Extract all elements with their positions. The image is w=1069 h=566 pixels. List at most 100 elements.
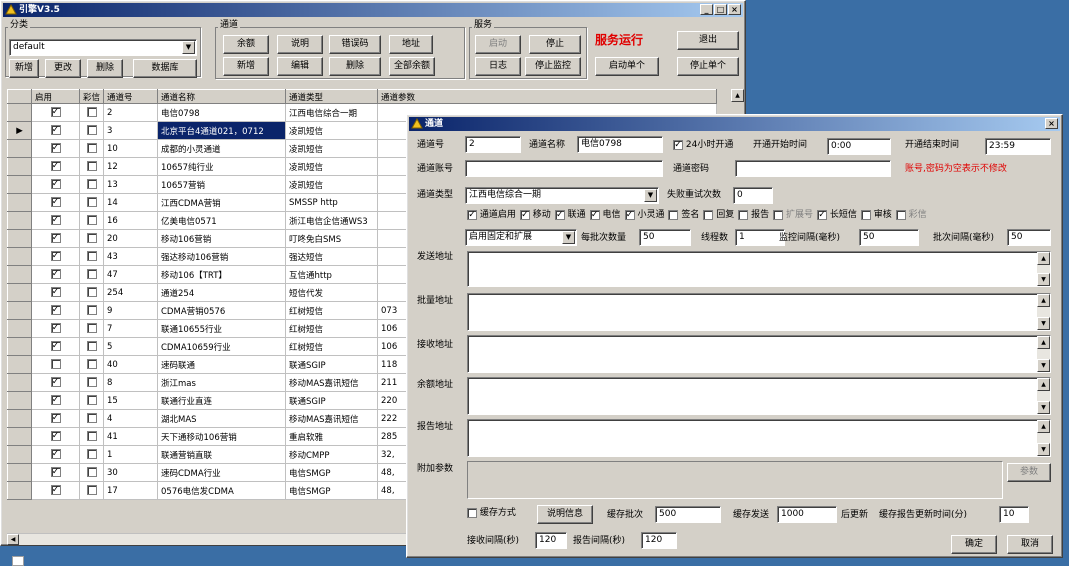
flag-checkbox[interactable]: 回复 (703, 209, 734, 220)
enabled-checkbox[interactable]: ✓ (50, 449, 61, 460)
channel-name-input[interactable]: 电信0798 (577, 136, 663, 153)
flag-checkbox[interactable]: ✓ 小灵通 (624, 209, 664, 220)
send-url-input[interactable]: ▲ ▼ (467, 251, 1051, 287)
param-button[interactable]: 参数 (1007, 463, 1051, 482)
batch-url-input[interactable]: ▲ ▼ (467, 293, 1051, 331)
mms-checkbox[interactable] (86, 449, 97, 460)
flag-check[interactable]: ✓ (467, 209, 477, 220)
minimize-button[interactable]: _ (700, 4, 713, 15)
enabled-checkbox[interactable]: ✓ (50, 197, 61, 208)
chevron-down-icon[interactable]: ▼ (562, 231, 575, 244)
enabled-cell[interactable]: ✓ (31, 121, 80, 140)
mms-cell[interactable] (79, 391, 104, 410)
recv-url-scrollbar[interactable]: ▲ ▼ (1037, 336, 1050, 372)
mms-cell[interactable] (79, 445, 104, 464)
mms-cell[interactable] (79, 319, 104, 338)
mms-checkbox[interactable] (86, 125, 97, 136)
flag-checkbox[interactable]: ✓ 联通 (554, 209, 586, 220)
col-channel-type[interactable]: 通道类型 (285, 89, 378, 104)
enabled-checkbox[interactable]: ✓ (50, 143, 61, 154)
mms-checkbox[interactable] (86, 467, 97, 478)
mms-checkbox[interactable] (86, 305, 97, 316)
recv-interval-input[interactable]: 120 (535, 532, 567, 549)
row-indicator[interactable] (7, 409, 32, 428)
flag-checkbox[interactable]: ✓ 长短信 (817, 209, 857, 220)
mms-cell[interactable] (79, 409, 104, 428)
channel-delete-button[interactable]: 删除 (329, 57, 381, 76)
mms-checkbox[interactable] (86, 251, 97, 262)
col-channel-param[interactable]: 通道参数 (377, 89, 717, 104)
mms-cell[interactable] (79, 247, 104, 266)
send-url-scrollbar[interactable]: ▲ ▼ (1037, 252, 1050, 286)
flag-check[interactable]: ✓ (519, 209, 530, 220)
enabled-checkbox[interactable]: ✓ (50, 179, 61, 190)
ext-mode-select[interactable]: 启用固定和扩展 ▼ (465, 229, 577, 246)
row-indicator[interactable] (7, 247, 32, 266)
row-indicator[interactable] (7, 211, 32, 230)
enabled-checkbox[interactable]: ✓ (50, 395, 61, 406)
stop-monitor-button[interactable]: 停止监控 (525, 57, 581, 76)
mms-cell[interactable] (79, 175, 104, 194)
scroll-up-arrow[interactable]: ▲ (1037, 252, 1050, 265)
flag-checkbox[interactable]: ✓ 电信 (589, 209, 621, 220)
row-indicator[interactable] (7, 193, 32, 212)
enabled-cell[interactable]: ✓ (31, 139, 80, 158)
mms-cell[interactable] (79, 301, 104, 320)
close-button[interactable]: × (728, 4, 741, 15)
mms-cell[interactable] (79, 427, 104, 446)
channel-add-button[interactable]: 新增 (223, 57, 269, 76)
all-balance-button[interactable]: 全部余额 (389, 57, 435, 76)
category-edit-button[interactable]: 更改 (45, 59, 81, 78)
row-indicator[interactable] (7, 301, 32, 320)
flag-checkbox[interactable]: 彩信 (895, 209, 927, 220)
flag-check[interactable]: ✓ (624, 209, 635, 220)
flag-check[interactable] (895, 209, 906, 220)
mms-cell[interactable] (79, 139, 104, 158)
enabled-cell[interactable]: ✓ (31, 247, 80, 266)
mms-checkbox[interactable] (86, 143, 97, 154)
mms-cell[interactable] (79, 373, 104, 392)
enabled-cell[interactable]: ✓ (31, 481, 80, 500)
retry-input[interactable]: 0 (733, 187, 773, 204)
mms-checkbox[interactable] (86, 107, 97, 118)
error-code-button[interactable]: 错误码 (329, 35, 381, 54)
mms-cell[interactable] (79, 121, 104, 140)
mms-cell[interactable] (79, 103, 104, 122)
row-indicator[interactable]: ▶ (7, 121, 32, 140)
cache-send-input[interactable]: 1000 (777, 506, 837, 523)
enabled-cell[interactable]: ✓ (31, 265, 80, 284)
row-indicator[interactable] (7, 427, 32, 446)
row-indicator[interactable] (7, 481, 32, 500)
row-indicator[interactable] (7, 337, 32, 356)
enabled-checkbox[interactable]: ✓ (50, 431, 61, 442)
dialog-close-button[interactable]: × (1045, 118, 1058, 129)
enabled-cell[interactable]: ✓ (31, 427, 80, 446)
stop-service-button[interactable]: 停止 (529, 35, 581, 54)
enabled-cell[interactable]: ✓ (31, 301, 80, 320)
flag-checkbox[interactable]: 扩展号 (773, 209, 813, 220)
enabled-cell[interactable]: ✓ (31, 373, 80, 392)
horizontal-scrollbar[interactable]: ◀ (7, 533, 427, 545)
col-enabled[interactable]: 启用 (31, 89, 80, 104)
explain-button[interactable]: 说明 (277, 35, 323, 54)
cache-mode-check[interactable] (467, 507, 477, 518)
row-indicator[interactable] (7, 229, 32, 248)
mms-checkbox[interactable] (86, 179, 97, 190)
enabled-cell[interactable]: ✓ (31, 391, 80, 410)
chevron-down-icon[interactable]: ▼ (182, 41, 195, 54)
type-select[interactable]: 江西电信综合一期 ▼ (465, 187, 659, 204)
enabled-checkbox[interactable]: ✓ (50, 269, 61, 280)
enabled-cell[interactable]: ✓ (31, 283, 80, 302)
enabled-checkbox[interactable]: ✓ (50, 287, 61, 298)
enabled-cell[interactable]: ✓ (31, 319, 80, 338)
flag-checkbox[interactable]: 报告 (738, 209, 769, 220)
mms-cell[interactable] (79, 463, 104, 482)
mms-cell[interactable] (79, 337, 104, 356)
enabled-checkbox[interactable]: ✓ (50, 377, 61, 388)
ok-button[interactable]: 确定 (951, 535, 997, 554)
enabled-checkbox[interactable]: ✓ (50, 233, 61, 244)
balance-button[interactable]: 余额 (223, 35, 269, 54)
mms-checkbox[interactable] (86, 269, 97, 280)
flag-check[interactable]: ✓ (589, 209, 600, 220)
flag-check[interactable] (668, 209, 679, 220)
